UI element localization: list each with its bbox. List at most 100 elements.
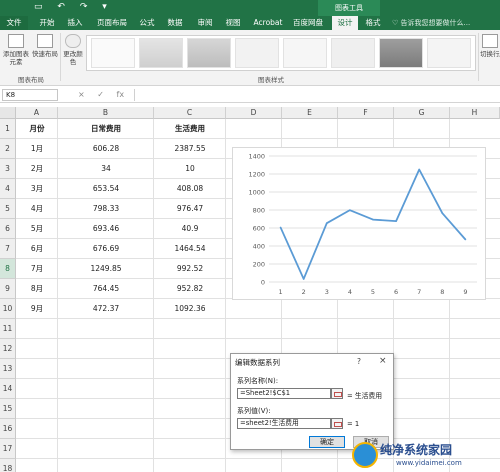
line-chart[interactable]: 0 200 400 600 800 1000 1200 1400 1 2 3 4 5 6 7 8 9 bbox=[232, 147, 486, 300]
table-cell[interactable]: 2月 bbox=[16, 159, 58, 179]
table-cell[interactable]: 408.08 bbox=[154, 179, 226, 199]
series-values-input[interactable]: =sheet2!生活费用 bbox=[237, 418, 331, 429]
data-point[interactable] bbox=[325, 222, 328, 224]
row-header-1[interactable]: 1 bbox=[0, 119, 16, 139]
row-header-6[interactable]: 6 bbox=[0, 219, 16, 239]
tab-view[interactable]: 视图 bbox=[220, 16, 246, 30]
close-icon[interactable]: × bbox=[379, 356, 387, 366]
table-cell[interactable]: 9月 bbox=[16, 299, 58, 319]
column-header-c[interactable]: C bbox=[154, 107, 226, 119]
row-header-12[interactable]: 12 bbox=[0, 339, 16, 359]
tab-acrobat[interactable]: Acrobat bbox=[250, 16, 286, 30]
data-point[interactable] bbox=[441, 212, 444, 214]
row-header-4[interactable]: 4 bbox=[0, 179, 16, 199]
row-header-7[interactable]: 7 bbox=[0, 239, 16, 259]
row-header-17[interactable]: 17 bbox=[0, 439, 16, 459]
customize-icon[interactable]: ▾ bbox=[102, 2, 107, 12]
chart-style-3[interactable] bbox=[187, 38, 231, 68]
redo-icon[interactable]: ↷ bbox=[80, 2, 88, 12]
table-cell[interactable]: 8月 bbox=[16, 279, 58, 299]
collapse-range-icon[interactable] bbox=[331, 388, 343, 399]
chart-style-4[interactable] bbox=[235, 38, 279, 68]
row-header-2[interactable]: 2 bbox=[0, 139, 16, 159]
column-header-h[interactable]: H bbox=[450, 107, 500, 119]
quick-layout-button[interactable]: 快速布局 bbox=[32, 34, 58, 58]
tab-data[interactable]: 数据 bbox=[162, 16, 188, 30]
row-header-18[interactable]: 18 bbox=[0, 459, 16, 472]
column-header-e[interactable]: E bbox=[282, 107, 338, 119]
table-cell[interactable]: 1月 bbox=[16, 139, 58, 159]
tab-insert[interactable]: 插入 bbox=[62, 16, 88, 30]
tab-design[interactable]: 设计 bbox=[332, 16, 358, 30]
data-point[interactable] bbox=[349, 209, 351, 211]
data-point[interactable] bbox=[395, 220, 397, 222]
chart-style-8[interactable] bbox=[427, 38, 471, 68]
insert-function-icon[interactable]: fx bbox=[117, 90, 125, 99]
cancel-icon[interactable]: × bbox=[78, 90, 85, 99]
chart-style-6[interactable] bbox=[331, 38, 375, 68]
data-point[interactable] bbox=[279, 226, 282, 229]
select-all-corner[interactable] bbox=[0, 107, 16, 119]
data-point[interactable] bbox=[464, 238, 467, 241]
table-cell[interactable]: 4月 bbox=[16, 199, 58, 219]
tab-file[interactable]: 文件 bbox=[0, 16, 28, 30]
table-cell[interactable]: 992.52 bbox=[154, 259, 226, 279]
chart-style-5[interactable] bbox=[283, 38, 327, 68]
table-cell[interactable]: 34 bbox=[58, 159, 154, 179]
ok-button[interactable]: 确定 bbox=[309, 436, 345, 448]
column-header-f[interactable]: F bbox=[338, 107, 394, 119]
data-point[interactable] bbox=[302, 278, 305, 280]
tab-home[interactable]: 开始 bbox=[34, 16, 60, 30]
chart-style-7[interactable] bbox=[379, 38, 423, 68]
table-cell[interactable]: 764.45 bbox=[58, 279, 154, 299]
tab-page-layout[interactable]: 页面布局 bbox=[92, 16, 132, 30]
name-box[interactable]: K8 bbox=[2, 89, 58, 101]
table-cell[interactable]: 2387.55 bbox=[154, 139, 226, 159]
tab-baidu-netdisk[interactable]: 百度网盘 bbox=[288, 16, 328, 30]
row-header-11[interactable]: 11 bbox=[0, 319, 16, 339]
row-header-16[interactable]: 16 bbox=[0, 419, 16, 439]
row-header-15[interactable]: 15 bbox=[0, 399, 16, 419]
chart-style-1[interactable] bbox=[91, 38, 135, 68]
series-line[interactable] bbox=[279, 168, 467, 280]
data-point[interactable] bbox=[418, 168, 421, 171]
change-colors-button[interactable]: 更改颜色 bbox=[62, 34, 84, 66]
switch-row-column-button[interactable]: 切换行/列 bbox=[480, 34, 500, 58]
table-cell[interactable]: 1092.36 bbox=[154, 299, 226, 319]
table-header-cell[interactable]: 月份 bbox=[16, 119, 58, 139]
table-header-cell[interactable]: 日常费用 bbox=[58, 119, 154, 139]
table-cell[interactable]: 976.47 bbox=[154, 199, 226, 219]
table-header-cell[interactable]: 生活费用 bbox=[154, 119, 226, 139]
tab-format[interactable]: 格式 bbox=[360, 16, 386, 30]
save-icon[interactable]: ▭ bbox=[34, 2, 43, 12]
column-header-a[interactable]: A bbox=[16, 107, 58, 119]
table-cell[interactable]: 1464.54 bbox=[154, 239, 226, 259]
table-cell[interactable]: 1249.85 bbox=[58, 259, 154, 279]
row-header-14[interactable]: 14 bbox=[0, 379, 16, 399]
tell-me-search[interactable]: ♡ 告诉我您想要做什么... bbox=[392, 16, 470, 30]
table-cell[interactable]: 693.46 bbox=[58, 219, 154, 239]
table-cell[interactable]: 952.82 bbox=[154, 279, 226, 299]
collapse-range-icon[interactable] bbox=[331, 418, 343, 429]
series-name-input[interactable]: =Sheet2!$C$1 bbox=[237, 388, 331, 399]
row-header-10[interactable]: 10 bbox=[0, 299, 16, 319]
data-point[interactable] bbox=[372, 218, 374, 221]
formula-input[interactable] bbox=[134, 89, 498, 101]
tab-formulas[interactable]: 公式 bbox=[134, 16, 160, 30]
help-icon[interactable]: ? bbox=[357, 357, 361, 366]
table-cell[interactable]: 3月 bbox=[16, 179, 58, 199]
table-cell[interactable]: 6月 bbox=[16, 239, 58, 259]
table-cell[interactable]: 472.37 bbox=[58, 299, 154, 319]
table-cell[interactable]: 676.69 bbox=[58, 239, 154, 259]
table-cell[interactable]: 10 bbox=[154, 159, 226, 179]
table-cell[interactable]: 40.9 bbox=[154, 219, 226, 239]
row-header-5[interactable]: 5 bbox=[0, 199, 16, 219]
table-cell[interactable]: 5月 bbox=[16, 219, 58, 239]
table-cell[interactable]: 798.33 bbox=[58, 199, 154, 219]
table-cell[interactable]: 7月 bbox=[16, 259, 58, 279]
column-header-g[interactable]: G bbox=[394, 107, 450, 119]
row-header-8[interactable]: 8 bbox=[0, 259, 16, 279]
enter-icon[interactable]: ✓ bbox=[97, 90, 104, 99]
row-header-3[interactable]: 3 bbox=[0, 159, 16, 179]
table-cell[interactable]: 606.28 bbox=[58, 139, 154, 159]
